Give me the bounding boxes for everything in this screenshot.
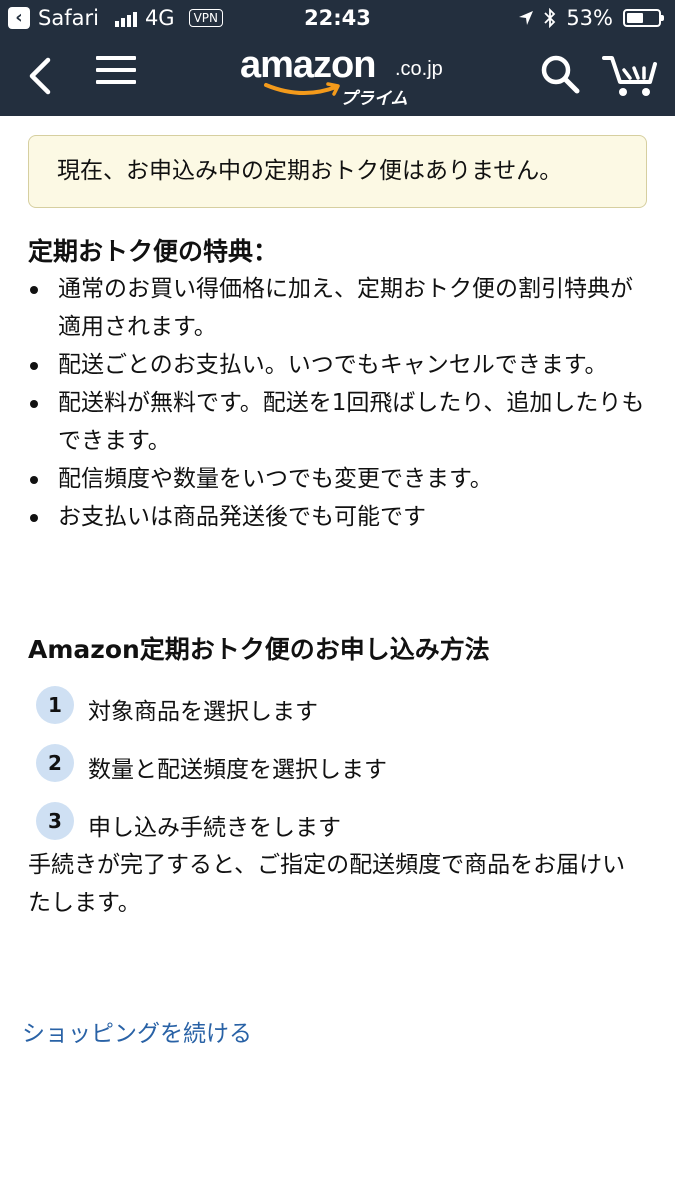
- completion-note: 手続きが完了すると、ご指定の配送頻度で商品をお届けいたします。: [28, 852, 626, 916]
- step-item: 2 数量と配送頻度を選択します: [36, 738, 656, 796]
- benefit-item: 通常のお買い得価格に加え、定期おトク便の割引特典が適用されます。: [28, 270, 648, 346]
- step-text: 申し込み手続きをします: [88, 815, 341, 841]
- benefits-list: 通常のお買い得価格に加え、定期おトク便の割引特典が適用されます。 配送ごとのお支…: [28, 270, 648, 536]
- benefits-heading: 定期おトク便の特典：: [28, 237, 279, 266]
- step-text: 対象商品を選択します: [88, 699, 318, 725]
- logo-word: amazon: [240, 44, 376, 86]
- search-icon[interactable]: [538, 52, 582, 96]
- benefit-item: 配信頻度や数量をいつでも変更できます。: [28, 460, 648, 498]
- step-item: 1 対象商品を選択します: [36, 680, 656, 738]
- subscription-notice: 現在、お申込み中の定期おトク便はありません。: [28, 135, 647, 208]
- location-icon: [519, 11, 534, 25]
- back-arrow-icon[interactable]: [22, 54, 62, 98]
- step-text: 数量と配送頻度を選択します: [88, 757, 387, 783]
- amazon-logo[interactable]: amazon .co.jp プライム: [240, 44, 443, 109]
- status-bar: ‹ Safari 4G VPN 22:43 53%: [0, 0, 675, 36]
- smile-arrow-icon: [264, 82, 340, 96]
- step-number-badge: 3: [36, 802, 74, 840]
- menu-icon[interactable]: [96, 56, 136, 92]
- step-number-badge: 1: [36, 686, 74, 724]
- logo-domain: .co.jp: [395, 58, 443, 80]
- bluetooth-icon: [544, 8, 556, 28]
- cart-icon[interactable]: [600, 50, 660, 100]
- nav-bar: amazon .co.jp プライム: [0, 36, 675, 116]
- battery-icon: [623, 9, 664, 27]
- benefit-item: 配送料が無料です。配送を1回飛ばしたり、追加したりもできます。: [28, 384, 648, 460]
- step-number-badge: 2: [36, 744, 74, 782]
- benefit-item: 配送ごとのお支払い。いつでもキャンセルできます。: [28, 346, 648, 384]
- steps-list: 1 対象商品を選択します 2 数量と配送頻度を選択します 3 申し込み手続きをし…: [36, 680, 656, 854]
- howto-heading: Amazon定期おトク便のお申し込み方法: [28, 635, 490, 664]
- battery-percent: 53%: [566, 6, 613, 30]
- benefit-item: お支払いは商品発送後でも可能です: [28, 498, 648, 536]
- continue-shopping-link[interactable]: ショッピングを続ける: [22, 1014, 252, 1048]
- logo-prime: プライム: [340, 89, 408, 109]
